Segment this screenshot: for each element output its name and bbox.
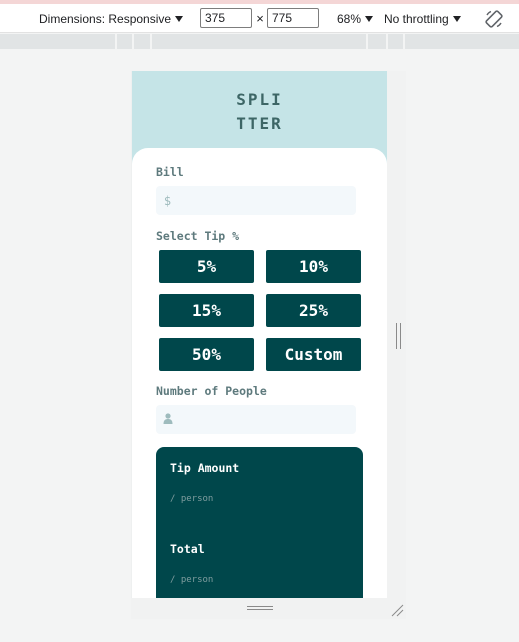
tip-custom-button[interactable]: Custom bbox=[266, 338, 361, 371]
dimensions-label: Dimensions: Responsive bbox=[39, 11, 172, 26]
ruler-divider bbox=[366, 34, 368, 49]
results-panel: Tip Amount / person Total / person bbox=[156, 447, 363, 598]
resize-corner-handle[interactable] bbox=[390, 602, 404, 617]
tip-15-button[interactable]: 15% bbox=[159, 294, 254, 327]
times-separator: × bbox=[256, 11, 264, 26]
width-input[interactable] bbox=[200, 8, 252, 28]
zoom-label: 68% bbox=[337, 11, 362, 26]
grip-line bbox=[247, 606, 273, 607]
chevron-down-icon bbox=[175, 15, 184, 22]
tip-50-button[interactable]: 50% bbox=[159, 338, 254, 371]
throttling-dropdown[interactable]: No throttling bbox=[384, 4, 461, 33]
logo-line-2: TTER bbox=[236, 114, 283, 133]
ruler-divider bbox=[386, 34, 388, 49]
zoom-dropdown[interactable]: 68% bbox=[337, 4, 374, 33]
tip-5-button[interactable]: 5% bbox=[159, 250, 254, 283]
total-per-person: / person bbox=[170, 575, 214, 585]
device-viewport-frame: SPLI TTER Bill $ Select Tip % 5% 10% 15%… bbox=[131, 71, 406, 619]
dollar-icon: $ bbox=[163, 193, 172, 208]
resize-corner-icon bbox=[391, 604, 404, 617]
height-input[interactable] bbox=[267, 8, 319, 28]
people-input[interactable] bbox=[179, 405, 356, 434]
chevron-down-icon bbox=[365, 15, 374, 22]
ruler-divider bbox=[403, 34, 405, 49]
people-field[interactable] bbox=[156, 405, 356, 434]
tip-amount-per-person: / person bbox=[170, 494, 214, 504]
dimensions-dropdown[interactable]: Dimensions: Responsive bbox=[39, 4, 184, 33]
device-toolbar: Dimensions: Responsive × 68% No throttli… bbox=[0, 4, 519, 33]
throttling-label: No throttling bbox=[384, 11, 449, 26]
logo-line-1: SPLI bbox=[236, 90, 283, 109]
tip-25-button[interactable]: 25% bbox=[266, 294, 361, 327]
resize-height-handle[interactable] bbox=[247, 606, 273, 612]
rotate-icon bbox=[485, 10, 503, 28]
app-logo: SPLI TTER bbox=[132, 88, 387, 136]
ruler-divider bbox=[150, 34, 152, 49]
ruler-divider bbox=[115, 34, 117, 49]
people-label: Number of People bbox=[156, 384, 267, 398]
tip-label: Select Tip % bbox=[156, 229, 240, 243]
bill-label: Bill bbox=[156, 165, 184, 179]
media-query-ruler[interactable] bbox=[0, 34, 519, 49]
person-icon bbox=[156, 412, 179, 427]
total-label: Total bbox=[170, 542, 205, 556]
bill-input[interactable] bbox=[179, 186, 356, 215]
resize-width-handle[interactable] bbox=[396, 323, 401, 349]
person-icon-shape bbox=[163, 412, 172, 424]
grip-line bbox=[247, 609, 273, 610]
tip-10-button[interactable]: 10% bbox=[266, 250, 361, 283]
bill-field[interactable]: $ bbox=[156, 186, 356, 215]
ruler-divider bbox=[132, 34, 134, 49]
tip-amount-label: Tip Amount bbox=[170, 461, 240, 475]
page-viewport: SPLI TTER Bill $ Select Tip % 5% 10% 15%… bbox=[132, 71, 387, 598]
chevron-down-icon bbox=[452, 15, 461, 22]
rotate-button[interactable] bbox=[484, 9, 504, 29]
